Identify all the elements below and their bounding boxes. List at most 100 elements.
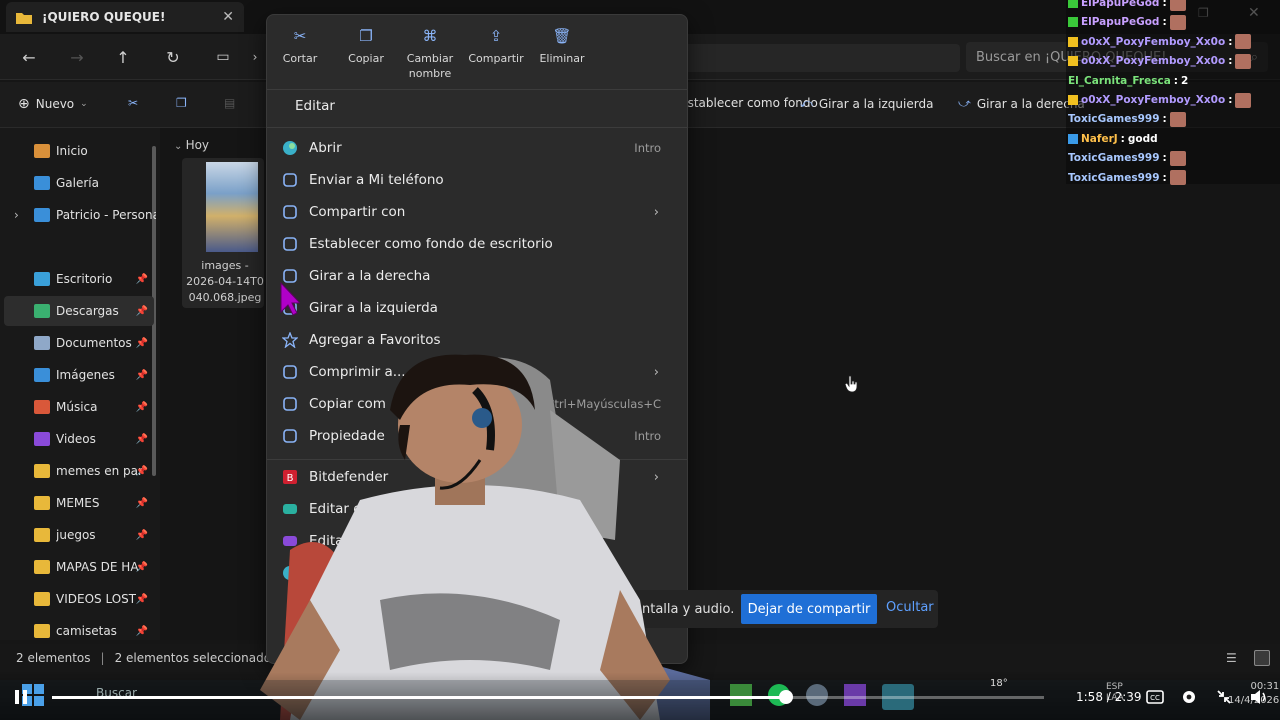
settings-gear-icon[interactable] [1180, 688, 1198, 706]
chat-username[interactable]: NaferJ [1081, 133, 1118, 145]
toolbar-label: Eliminar [539, 52, 585, 65]
weather-widget[interactable]: 18° [990, 678, 1008, 689]
plus-circle-icon: ⊕ [18, 96, 30, 112]
sidebar-item[interactable]: Escritorio 📌 [4, 264, 154, 294]
breadcrumb-chevron-icon[interactable]: › [242, 44, 268, 70]
monitor-icon[interactable]: ▭ [210, 44, 236, 70]
pictures-icon [34, 368, 50, 382]
pin-icon: 📌 [135, 337, 148, 349]
folder-icon [16, 11, 32, 24]
sidebar-item-label: Escritorio [56, 272, 113, 286]
chat-username[interactable]: ToxicGames999 [1068, 172, 1160, 184]
weather-temp: 18° [990, 678, 1008, 689]
chat-username[interactable]: o0xX_PoxyFemboy_Xx0o [1081, 55, 1225, 67]
menu-item-label: Abrir [309, 140, 342, 156]
volume-icon[interactable] [1250, 688, 1268, 706]
chat-username[interactable]: ElPapuPeGod [1081, 16, 1159, 28]
exit-fullscreen-icon[interactable] [1215, 688, 1233, 706]
menu-item[interactable]: Girar a la izquierda [281, 293, 675, 323]
folder-icon [34, 592, 50, 606]
sidebar-item-label: Documentos [56, 336, 132, 350]
sidebar-item[interactable]: Imágenes 📌 [4, 360, 154, 390]
progress-scrubber[interactable] [779, 690, 793, 704]
chat-emote-icon [1235, 34, 1252, 50]
minecraft-icon[interactable] [730, 684, 752, 706]
stop-sharing-button[interactable]: Dejar de compartir [741, 594, 877, 624]
sidebar-item[interactable]: › Patricio - Persona [10, 200, 160, 230]
chat-username[interactable]: ToxicGames999 [1068, 152, 1160, 164]
menu-item[interactable]: Enviar a Mi teléfono [281, 165, 675, 195]
explorer-tab[interactable]: ¡QUIERO QUEQUE! ✕ [6, 2, 244, 32]
file-name-line: 2026-04-14T0 [186, 275, 264, 288]
hide-share-button[interactable]: Ocultar [886, 600, 934, 615]
onedrive-icon [34, 208, 50, 222]
chat-username[interactable]: o0xX_PoxyFemboy_Xx0o [1081, 94, 1225, 106]
chat-username[interactable]: El_Carnita_Fresca [1068, 75, 1171, 87]
menu-item[interactable]: Girar a la derecha [281, 261, 675, 291]
sidebar-item[interactable]: Videos 📌 [4, 424, 154, 454]
chat-badge-icon [1068, 36, 1078, 47]
sidebar-item[interactable]: Descargas 📌 [4, 296, 154, 326]
menu-item[interactable]: Abrir Intro [281, 133, 675, 163]
menu-item[interactable]: Compartir con › [281, 197, 675, 227]
toolbar-copy-button[interactable]: ❐ Copiar [333, 25, 399, 66]
sidebar-item-label: juegos [56, 528, 96, 542]
sidebar-item[interactable]: MAPAS DE HA 📌 [4, 552, 154, 582]
chat-username[interactable]: o0xX_PoxyFemboy_Xx0o [1081, 36, 1225, 48]
svg-text:CC: CC [1150, 694, 1160, 702]
group-header[interactable]: ⌄ Hoy [174, 138, 209, 152]
chevron-right-icon[interactable]: › [14, 208, 19, 222]
pin-icon: 📌 [135, 593, 148, 605]
menu-item-edit[interactable]: Editar [295, 91, 689, 121]
sidebar-item-label: VIDEOS LOST [56, 592, 137, 606]
sidebar-item[interactable]: Documentos 📌 [4, 328, 154, 358]
chat-colon: : [1120, 132, 1125, 145]
home-icon [34, 144, 50, 158]
toolbar-rename-button[interactable]: ⌘ Cambiar nombre [397, 25, 463, 81]
sidebar-item-label: MEMES [56, 496, 100, 510]
pause-icon[interactable] [12, 688, 30, 706]
settings-app-icon[interactable] [806, 684, 828, 706]
sidebar-item[interactable]: memes en par 📌 [4, 456, 154, 486]
list-view-icon[interactable]: ☰ [1226, 651, 1237, 665]
pin-icon: 📌 [135, 497, 148, 509]
sidebar-item[interactable]: Inicio [4, 136, 154, 166]
close-tab-icon[interactable]: ✕ [222, 9, 234, 25]
menu-item-label: Establecer como fondo de escritorio [309, 236, 553, 252]
sidebar-item[interactable]: juegos 📌 [4, 520, 154, 550]
chat-colon: : [1228, 94, 1233, 106]
toolbar-delete-button[interactable]: 🗑 Eliminar [529, 25, 595, 66]
taskbar-search[interactable]: Buscar [80, 686, 230, 704]
sidebar-item-label: MAPAS DE HA [56, 560, 139, 574]
video-editor-icon[interactable] [844, 684, 866, 706]
sidebar-item[interactable]: camisetas 📌 [4, 616, 154, 646]
new-label: Nuevo [35, 97, 75, 111]
toolbar-share-button[interactable]: ⇪ Compartir [463, 25, 529, 66]
menu-item[interactable]: Establecer como fondo de escritorio [281, 229, 675, 259]
folder-icon [34, 560, 50, 574]
set-background-button[interactable]: Establecer como fondo [680, 96, 818, 110]
download-icon [34, 304, 50, 318]
sidebar-item[interactable]: MEMES 📌 [4, 488, 154, 518]
cut-toolbar-icon[interactable]: ✂ [128, 96, 138, 110]
hand-cursor-icon [845, 375, 859, 393]
sidebar-item[interactable]: VIDEOS LOST 📌 [4, 584, 154, 614]
sidebar-item[interactable]: Música 📌 [4, 392, 154, 422]
refresh-icon[interactable]: ↻ [160, 44, 186, 70]
paste-toolbar-icon[interactable]: ▤ [224, 96, 235, 110]
copy-toolbar-icon[interactable]: ❐ [176, 96, 187, 110]
chat-username[interactable]: ToxicGames999 [1068, 113, 1160, 125]
file-name-line: 040.068.jpeg [188, 291, 262, 304]
pin-icon: 📌 [135, 305, 148, 317]
back-arrow-icon[interactable]: ← [16, 44, 42, 70]
grid-view-icon[interactable] [1254, 650, 1270, 666]
chat-username[interactable]: ElPapuPeGod [1081, 0, 1159, 9]
up-arrow-icon[interactable]: ↑ [110, 44, 136, 70]
videos-icon [34, 432, 50, 446]
rotate-left-button[interactable]: ⤺ Girar a la izquierda [800, 96, 933, 111]
new-button[interactable]: ⊕ Nuevo ⌄ [18, 96, 88, 112]
captions-icon[interactable]: CC [1146, 688, 1164, 706]
forward-arrow-icon[interactable]: → [64, 44, 90, 70]
sidebar-item[interactable]: Galería [4, 168, 154, 198]
toolbar-cut-button[interactable]: ✂ Cortar [267, 25, 333, 66]
